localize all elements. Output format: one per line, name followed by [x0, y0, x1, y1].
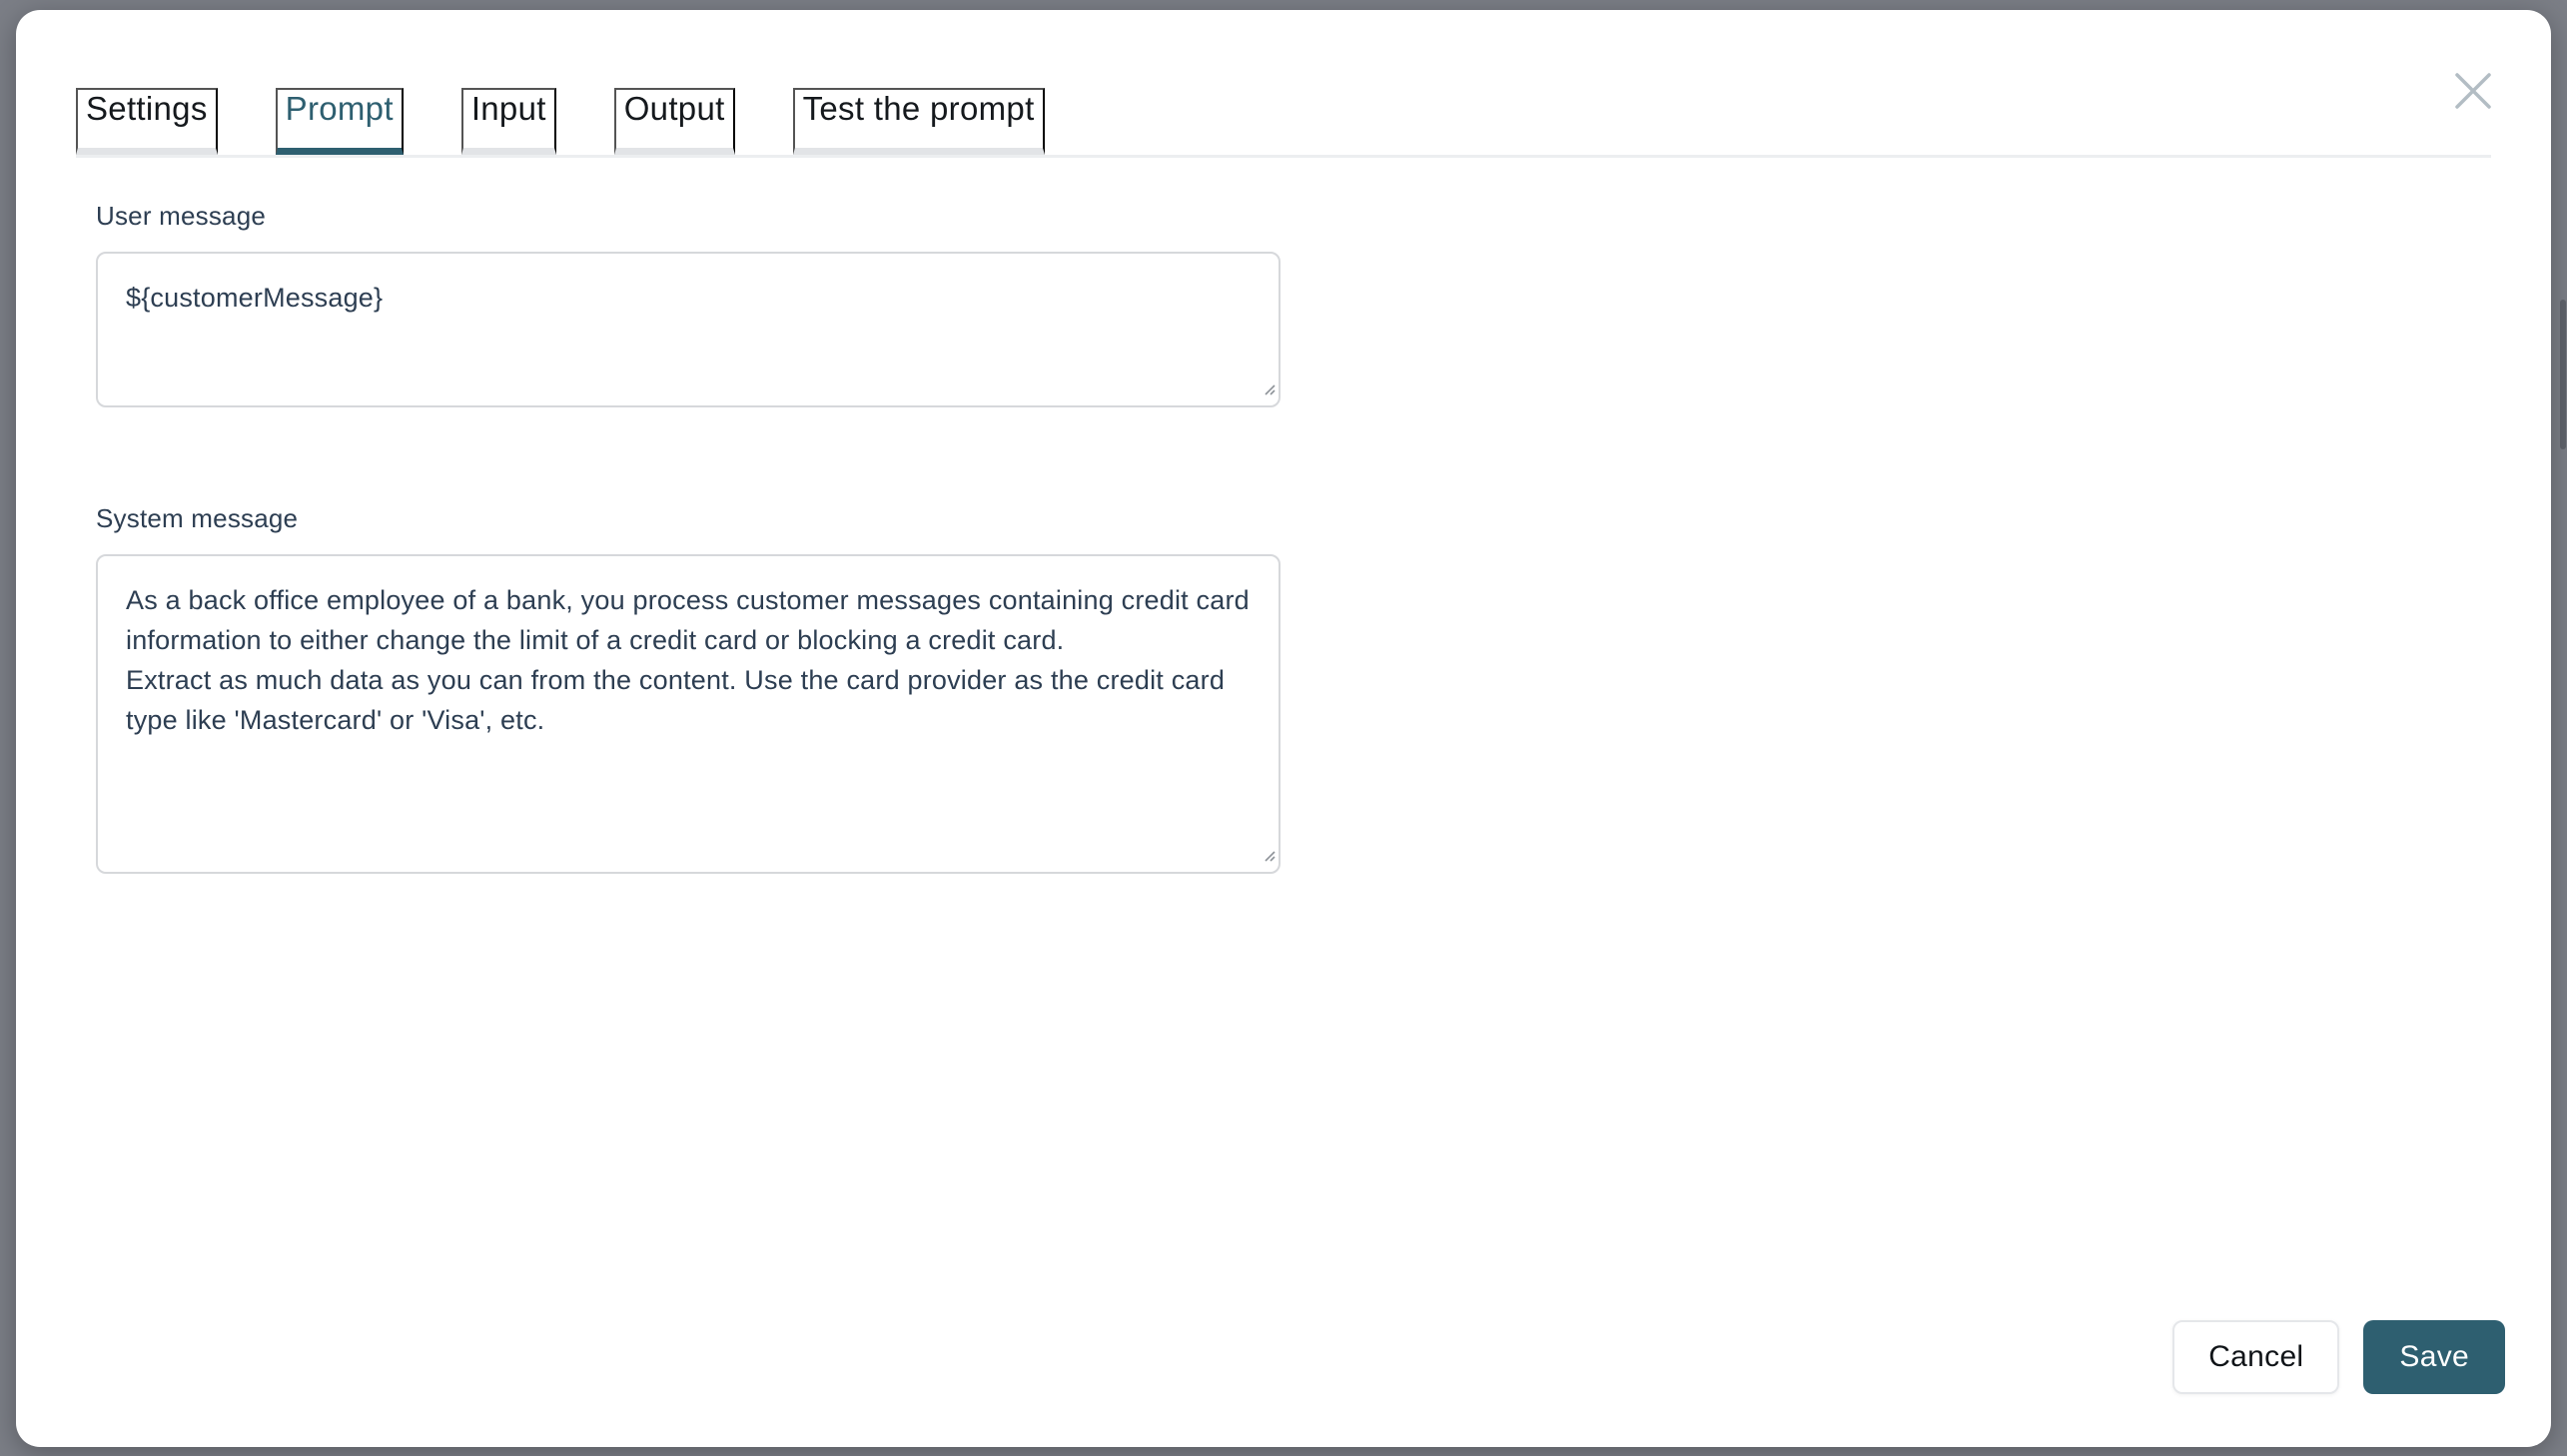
- system-message-label: System message: [96, 503, 2491, 534]
- user-message-textarea[interactable]: ${customerMessage}: [96, 252, 1281, 407]
- system-message-field-wrap: As a back office employee of a bank, you…: [96, 554, 1281, 874]
- tab-test-the-prompt[interactable]: Test the prompt: [793, 88, 1045, 155]
- tab-bar: Settings Prompt Input Output Test the pr…: [76, 88, 2491, 155]
- user-message-field-wrap: ${customerMessage}: [96, 252, 1281, 407]
- cancel-button[interactable]: Cancel: [2172, 1320, 2339, 1394]
- tab-input[interactable]: Input: [461, 88, 556, 155]
- tab-output[interactable]: Output: [614, 88, 735, 155]
- user-message-label: User message: [96, 201, 2491, 232]
- tab-settings[interactable]: Settings: [76, 88, 218, 155]
- prompt-form: User message ${customerMessage} System m…: [96, 201, 2491, 874]
- tab-prompt[interactable]: Prompt: [276, 88, 404, 155]
- save-button[interactable]: Save: [2363, 1320, 2505, 1394]
- system-message-textarea[interactable]: As a back office employee of a bank, you…: [96, 554, 1281, 874]
- dialog-footer: Cancel Save: [2172, 1320, 2505, 1394]
- background-scrollbar: [2560, 300, 2566, 449]
- prompt-editor-dialog: Settings Prompt Input Output Test the pr…: [16, 10, 2551, 1447]
